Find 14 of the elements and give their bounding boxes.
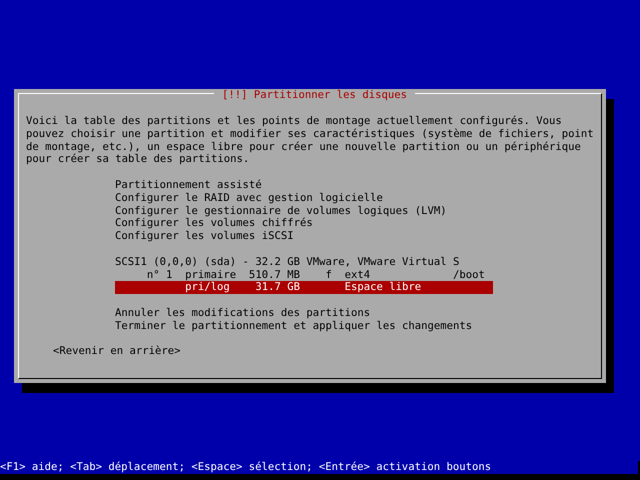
status-bar: <F1> aide; <Tab> déplacement; <Espace> sélection; <Entrée> activation boutons xyxy=(0,461,638,474)
menu-item[interactable]: pri/log 31.7 GB Espace libre xyxy=(115,281,493,294)
menu-item[interactable]: Configurer les volumes chiffrés xyxy=(115,217,493,230)
menu-item[interactable]: Annuler les modifications des partitions xyxy=(115,306,493,320)
menu-item[interactable]: SCSI1 (0,0,0) (sda) - 32.2 GB VMware, VMware Virtual S xyxy=(115,256,493,269)
menu-item[interactable]: Configurer les volumes iSCSI xyxy=(115,230,493,243)
menu-item[interactable]: Configurer le RAID avec gestion logicielle xyxy=(115,192,493,205)
dialog-title: [!!] Partitionner les disques xyxy=(214,89,415,102)
menu-item[interactable]: Partitionnement assisté xyxy=(115,178,493,192)
menu-item[interactable]: Terminer le partitionnement et appliquer les changements xyxy=(115,320,493,333)
menu-item[interactable]: n° 1 primaire 510.7 MB f ext4 /boot xyxy=(115,268,493,282)
description-text: Voici la table des partitions et les points de montage actuellement configurés. Vous pouvez choisir une partition et modifier ses caractéristiques (système de fichiers, point de montage, etc.), un espace libre pour créer une nouvelle partition ou un périphérique pour créer sa table des partitions. xyxy=(26,115,595,166)
menu-item[interactable]: Configurer le gestionnaire de volumes logiques (LVM) xyxy=(115,204,493,218)
back-button[interactable]: <Revenir en arrière> xyxy=(53,345,181,358)
